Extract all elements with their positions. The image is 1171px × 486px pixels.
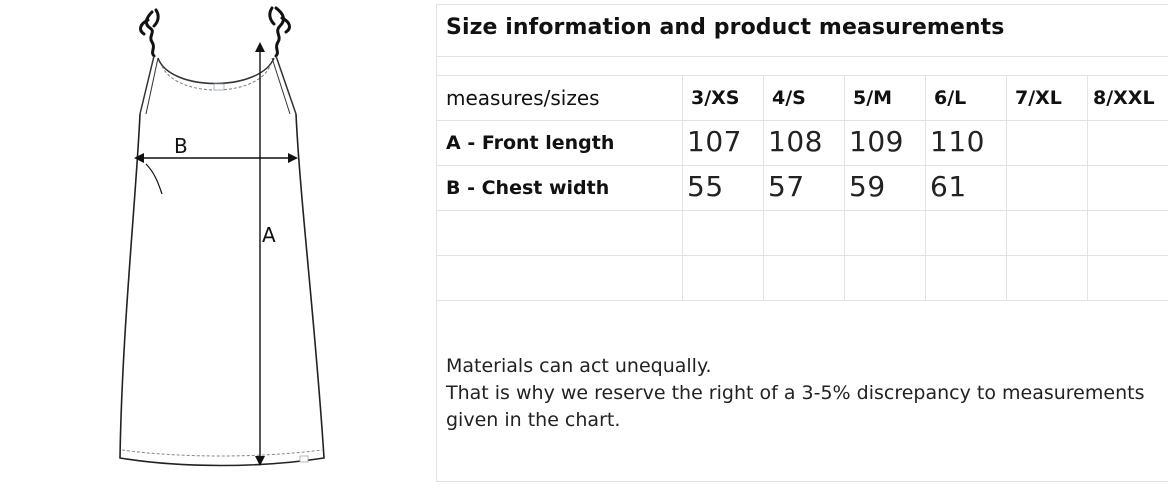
table-header-size: 6/L — [934, 87, 967, 109]
divider — [437, 165, 1168, 166]
table-cell: 59 — [849, 170, 886, 203]
neckline — [157, 57, 275, 85]
column-divider — [844, 75, 845, 300]
table-cell: 108 — [768, 125, 823, 158]
divider — [437, 120, 1168, 121]
table-header-size: 8/XXL — [1093, 87, 1155, 109]
right-strap — [275, 55, 297, 115]
table-header-label: measures/sizes — [446, 86, 600, 110]
table-cell: 55 — [687, 170, 724, 203]
column-divider — [1006, 75, 1007, 300]
column-divider — [925, 75, 926, 300]
table-cell: 57 — [768, 170, 805, 203]
divider — [437, 300, 1168, 301]
table-header-size: 3/XS — [691, 87, 740, 109]
divider — [437, 255, 1168, 256]
table-cell: 107 — [687, 125, 742, 158]
right-strap-inner — [271, 57, 291, 115]
dress-body — [119, 113, 325, 467]
table-header-size: 4/S — [772, 87, 806, 109]
column-divider — [1087, 75, 1088, 300]
dress-illustration: A B — [119, 6, 325, 467]
row-label-chest-width: B - Chest width — [446, 177, 610, 199]
measure-b-label: B — [174, 134, 188, 158]
column-divider — [763, 75, 764, 300]
page-title: Size information and product measurement… — [446, 15, 1005, 40]
right-strap-tie-icon — [268, 6, 291, 58]
neck-tag — [213, 83, 225, 91]
measure-a-arrow-top-icon — [255, 42, 265, 52]
disclaimer-line: That is why we reserve the right of a 3-… — [446, 382, 1145, 431]
measurement-disclaimer: Materials can act unequally. That is why… — [446, 353, 1161, 434]
divider — [437, 75, 1168, 76]
table-header-size: 5/M — [853, 87, 893, 109]
table-cell: 61 — [930, 170, 967, 203]
table-header-size: 7/XL — [1015, 87, 1062, 109]
size-chart: Size information and product measurement… — [436, 4, 1168, 482]
measure-a-label: A — [262, 223, 276, 247]
table-cell: 109 — [849, 125, 904, 158]
divider — [437, 210, 1168, 211]
table-cell: 110 — [930, 125, 985, 158]
row-label-front-length: A - Front length — [446, 132, 615, 154]
left-strap-tie-icon — [139, 8, 160, 58]
column-divider — [682, 75, 683, 300]
disclaimer-line: Materials can act unequally. — [446, 355, 712, 377]
hem-tag — [299, 455, 309, 463]
divider — [437, 56, 1168, 57]
